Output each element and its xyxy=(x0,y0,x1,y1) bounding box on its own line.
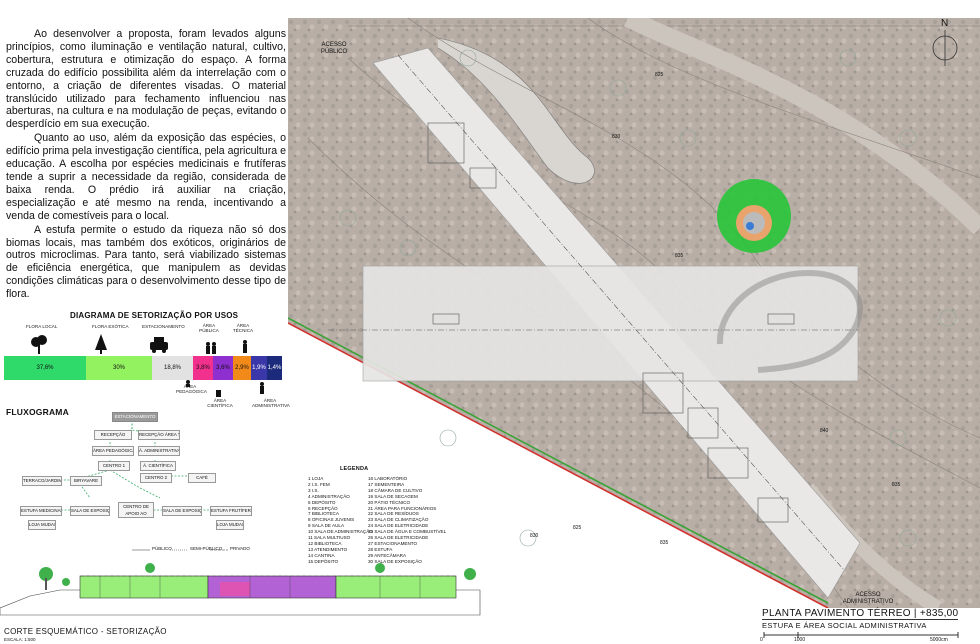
car-icon xyxy=(150,337,168,353)
public-access-label: ACESSO PÚBLICO xyxy=(320,42,348,55)
flux-box-recepcao-tecnica: RECEPÇÃO ÁREA TÉCNICA xyxy=(138,430,180,440)
usage-mini-icons xyxy=(186,380,264,397)
section-title: CORTE ESQUEMÁTICO - SETORIZAÇÃO xyxy=(4,627,167,636)
paragraph-3: A estufa permite o estudo da riqueza não… xyxy=(6,223,286,301)
flux-box-sala-exposicao-2: SALA DE EXPOSIÇÃO xyxy=(162,506,202,516)
flux-box-administrativa: Á. ADMINISTRATIVA xyxy=(138,446,180,456)
flux-legend-semipublico: SEMI-PÚBLICO xyxy=(190,546,223,551)
plan-title: PLANTA PAVIMENTO TÉRREO | +835,00 xyxy=(762,608,959,619)
people-icon xyxy=(206,342,216,354)
site-plan xyxy=(288,18,980,608)
plan-subtitle: ESTUFA E ÁREA SOCIAL ADMINISTRATIVA xyxy=(762,621,927,630)
worker-icon xyxy=(243,340,247,353)
flux-box-loja-mudas-1: LOJA MUDAS xyxy=(28,520,56,530)
admin-access-label: ACESSO ADMINISTRATIVO xyxy=(842,592,894,605)
usage-bar: 37,6% 30% 18,8% 3,8% 3,6% 2,9% 1,9% 1,4% xyxy=(4,356,282,380)
flux-legend-privado: PRIVADO xyxy=(230,546,250,551)
pine-icon xyxy=(95,334,107,354)
usage-diagram-title: DIAGRAMA DE SETORIZAÇÃO POR USOS xyxy=(70,311,239,320)
flux-box-sala-exposicao-1: SALA DE EXPOSIÇÃO xyxy=(70,506,110,516)
label-area-publica: ÁREA PÚBLICA xyxy=(199,323,219,333)
contour-835c: 835 xyxy=(660,540,669,546)
contour-835: 835 xyxy=(675,253,684,259)
flux-box-loja-mudas-2: LOJA MUDAS xyxy=(216,520,244,530)
segment-area-administrativa: 1,4% xyxy=(267,356,282,380)
flux-box-centro-apoio: CENTRO DE APOIO AO VISITANTE xyxy=(118,502,154,518)
flux-box-biryavare: BIRYAVARE xyxy=(70,476,102,486)
flux-box-centro-1: CENTRO 1 xyxy=(98,461,130,471)
contour-825b: 825 xyxy=(573,525,582,531)
segment-flora-local: 37,6% xyxy=(4,356,86,380)
segment-estacionamento: 18,8% xyxy=(152,356,193,380)
contour-835b: 835 xyxy=(892,482,901,488)
paragraph-1: Ao desenvolver a proposta, foram levados… xyxy=(6,28,286,131)
title-divider xyxy=(762,619,958,620)
flux-legend-publico: PÚBLICO xyxy=(152,546,172,551)
segment-area-tecnica: 1,9% xyxy=(251,356,267,380)
flux-box-area-pedagogica: ÁREA PEDAGÓGICA xyxy=(92,446,134,456)
flux-box-cafe: CAFÉ xyxy=(188,473,216,483)
flux-box-terraco: TERRACO/JARDIM xyxy=(22,476,62,486)
label-flora-exotica: FLORA EXÓTICA xyxy=(92,324,129,329)
scale-5000: 5000cm xyxy=(930,637,948,643)
label-estacionamento: ESTACIONAMENTO xyxy=(142,324,185,329)
flux-box-cientifica: Á. CIENTÍFICA xyxy=(140,461,176,471)
scale-0: 0 xyxy=(760,637,763,643)
segment-area-pedagogica: 3,8% xyxy=(193,356,213,380)
label-flora-local: FLORA LOCAL xyxy=(26,324,58,329)
label-area-tecnica: ÁREA TÉCNICA xyxy=(232,323,254,333)
flux-box-centro-2: CENTRO 2 xyxy=(140,473,172,483)
flux-box-estufa-medicinal: ESTUFA MEDICINAL xyxy=(20,506,62,516)
flux-box-estufa-frutifera: ESTUFA FRUTÍFERA xyxy=(210,506,252,516)
contour-840: 840 xyxy=(820,428,829,434)
contour-830: 830 xyxy=(612,134,621,140)
flux-box-estacionamento: ESTACIONAMENTO xyxy=(112,412,158,422)
flux-box-recepcao: RECEPÇÃO xyxy=(94,430,132,440)
segment-flora-exotica: 30% xyxy=(86,356,152,380)
description-text: Ao desenvolver a proposta, foram levados… xyxy=(6,28,286,302)
segment-area-publica: 3,6% xyxy=(213,356,233,380)
paragraph-2: Quanto ao uso, além da exposição das esp… xyxy=(6,132,286,222)
section-scale: ESCALA: 1:500 xyxy=(4,637,36,642)
contour-830b: 830 xyxy=(530,533,539,539)
contour-825: 825 xyxy=(655,72,664,78)
north-label: N xyxy=(941,18,949,29)
scale-1000: 1000 xyxy=(794,637,806,643)
tree-icon xyxy=(31,335,47,354)
segment-area-cientifica: 2,9% xyxy=(233,356,251,380)
